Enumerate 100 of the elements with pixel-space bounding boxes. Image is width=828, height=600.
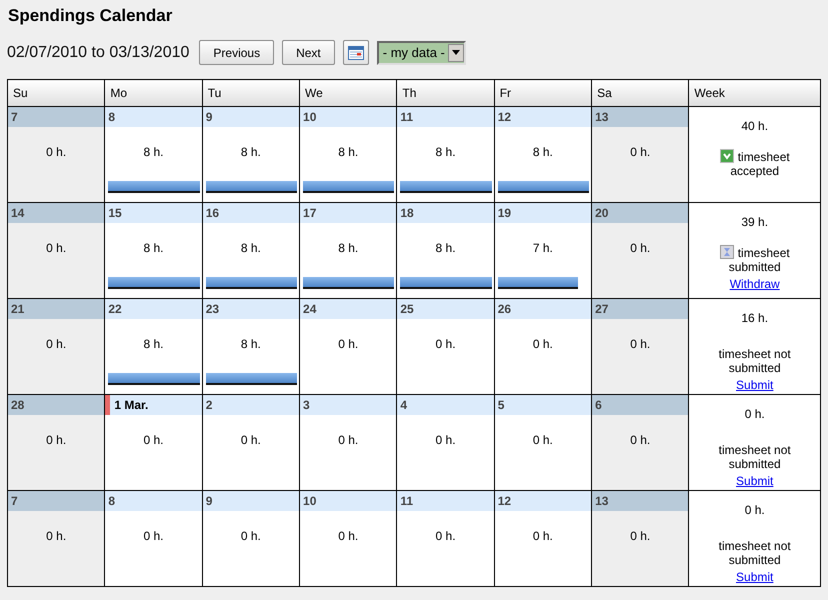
submit-link[interactable]: Submit <box>736 474 774 488</box>
day-number: 12 <box>494 491 592 511</box>
day-cell[interactable]: 1 Mar. 0 h. <box>104 394 202 490</box>
timesheet-status: timesheet submitted <box>728 246 790 274</box>
hours-label: 0 h. <box>240 529 262 543</box>
day-number: 7 <box>8 491 104 511</box>
day-cell[interactable]: 8 8 h. <box>104 106 202 202</box>
day-number: 10 <box>300 491 396 511</box>
day-cell[interactable]: 11 0 h. <box>396 490 494 586</box>
hours-label: 8 h. <box>142 145 165 159</box>
day-cell[interactable]: 15 8 h. <box>104 202 202 298</box>
week-total: 40 h. <box>740 119 770 133</box>
weekend-cell[interactable]: 7 0 h. <box>8 106 105 202</box>
day-number: 24 <box>300 299 396 319</box>
day-number: 25 <box>397 299 494 319</box>
hours-label: 8 h. <box>240 241 262 255</box>
day-number: 7 <box>8 107 104 127</box>
day-number: 15 <box>105 203 202 223</box>
day-cell[interactable]: 12 0 h. <box>494 490 592 586</box>
hours-label: 0 h. <box>629 529 652 543</box>
caret-icon <box>452 50 460 55</box>
hours-label: 8 h. <box>142 337 165 351</box>
day-number: 1 Mar. <box>105 395 202 415</box>
week-total: 39 h. <box>740 215 770 229</box>
day-cell[interactable]: 3 0 h. <box>300 394 397 490</box>
hours-label: 8 h. <box>434 145 457 159</box>
day-cell[interactable]: 16 8 h. <box>202 202 300 298</box>
hours-label: 0 h. <box>629 145 652 159</box>
weekend-cell[interactable]: 21 0 h. <box>8 298 105 394</box>
day-number: 10 <box>300 107 396 127</box>
hours-label: 0 h. <box>337 529 360 543</box>
hours-label: 0 h. <box>337 337 360 351</box>
day-number: 3 <box>300 395 396 415</box>
weekend-cell[interactable]: 27 0 h. <box>592 298 689 394</box>
hours-label: 0 h. <box>337 433 360 447</box>
week-total: 16 h. <box>740 311 770 325</box>
day-cell[interactable]: 4 0 h. <box>396 394 494 490</box>
day-cell[interactable]: 12 8 h. <box>494 106 592 202</box>
weekend-cell[interactable]: 14 0 h. <box>8 202 105 298</box>
hours-label: 0 h. <box>45 145 68 159</box>
day-cell[interactable]: 23 8 h. <box>202 298 300 394</box>
day-number: 11 <box>397 107 494 127</box>
hours-label: 0 h. <box>434 337 457 351</box>
hours-label: 0 h. <box>240 433 262 447</box>
next-button[interactable]: Next <box>282 40 335 65</box>
day-number: 18 <box>397 203 494 223</box>
day-cell[interactable]: 17 8 h. <box>300 202 397 298</box>
day-cell[interactable]: 9 8 h. <box>202 106 300 202</box>
withdraw-link[interactable]: Withdraw <box>730 277 780 291</box>
week-total: 0 h. <box>744 407 766 421</box>
day-cell[interactable]: 18 8 h. <box>396 202 494 298</box>
column-header: Tu <box>202 80 300 106</box>
data-dropdown[interactable]: - my data - <box>376 40 466 64</box>
day-number: 19 <box>494 203 592 223</box>
hours-label: 8 h. <box>532 145 554 159</box>
hours-label: 0 h. <box>629 433 652 447</box>
day-cell[interactable]: 10 0 h. <box>300 490 397 586</box>
submit-link[interactable]: Submit <box>736 570 774 584</box>
weekend-cell[interactable]: 13 0 h. <box>592 490 689 586</box>
hours-label: 0 h. <box>629 241 652 255</box>
hours-label: 8 h. <box>240 337 262 351</box>
day-number: 4 <box>397 395 494 415</box>
column-header: Fr <box>494 80 592 106</box>
weekend-cell[interactable]: 7 0 h. <box>8 490 105 586</box>
day-cell[interactable]: 26 0 h. <box>494 298 592 394</box>
weekend-cell[interactable]: 13 0 h. <box>592 106 689 202</box>
calendar-button[interactable] <box>342 40 369 65</box>
calendar-icon <box>348 46 364 60</box>
day-cell[interactable]: 5 0 h. <box>494 394 592 490</box>
day-cell[interactable]: 22 8 h. <box>104 298 202 394</box>
day-number: 11 <box>397 491 494 511</box>
hours-label: 0 h. <box>142 529 165 543</box>
hours-label: 0 h. <box>532 529 554 543</box>
weekend-cell[interactable]: 28 0 h. <box>8 394 105 490</box>
day-cell[interactable]: 11 8 h. <box>396 106 494 202</box>
hours-label: 0 h. <box>434 433 457 447</box>
day-cell[interactable]: 9 0 h. <box>202 490 300 586</box>
day-number: 27 <box>592 299 688 319</box>
weekend-cell[interactable]: 6 0 h. <box>592 394 689 490</box>
day-number: 21 <box>8 299 104 319</box>
day-cell[interactable]: 25 0 h. <box>396 298 494 394</box>
day-cell[interactable]: 8 0 h. <box>104 490 202 586</box>
day-number: 13 <box>592 491 688 511</box>
hours-label: 0 h. <box>532 337 554 351</box>
column-header: Week <box>688 80 820 106</box>
column-header: Th <box>396 80 494 106</box>
day-cell[interactable]: 10 8 h. <box>300 106 397 202</box>
weekend-cell[interactable]: 20 0 h. <box>592 202 689 298</box>
date-range: 02/07/2010 to 03/13/2010 <box>7 44 190 62</box>
day-cell[interactable]: 19 7 h. <box>494 202 592 298</box>
column-header: Sa <box>592 80 689 106</box>
day-number: 23 <box>202 299 300 319</box>
day-number: 12 <box>494 107 592 127</box>
day-cell[interactable]: 2 0 h. <box>202 394 300 490</box>
previous-button[interactable]: Previous <box>199 40 274 65</box>
day-cell[interactable]: 24 0 h. <box>300 298 397 394</box>
column-header: Su <box>8 80 105 106</box>
submit-link[interactable]: Submit <box>736 378 774 392</box>
day-number: 28 <box>8 395 104 415</box>
column-header: We <box>300 80 397 106</box>
